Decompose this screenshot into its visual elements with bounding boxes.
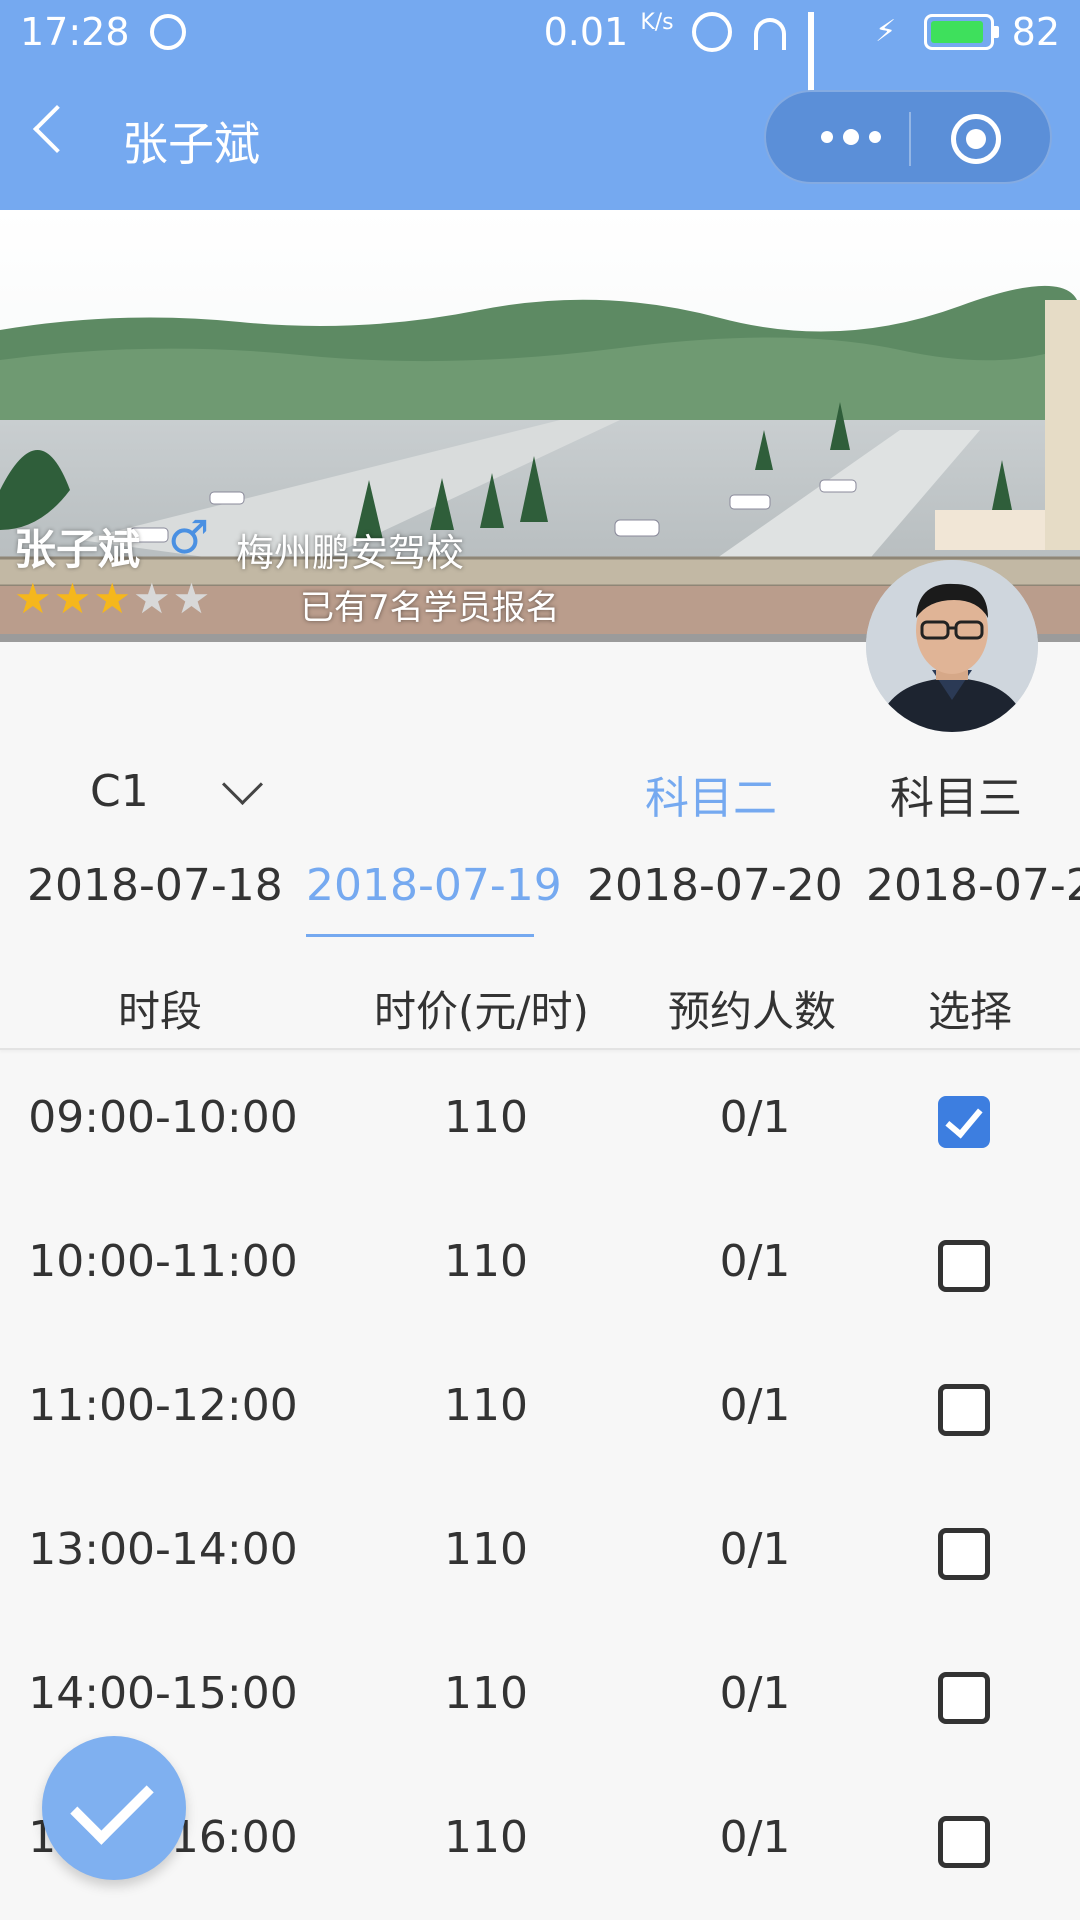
time-slot: 10:00-11:00 [28, 1236, 298, 1287]
booked-count: 0/1 [719, 1668, 791, 1719]
coach-avatar [866, 560, 1038, 732]
status-right: 0.01 K/s ⚡ 82 [544, 10, 1060, 108]
enrolled-count: 已有7名学员报名 [300, 588, 560, 628]
booked-count: 0/1 [719, 1524, 791, 1575]
star-empty-icon: ★ [172, 574, 211, 623]
booked-count: 0/1 [719, 1812, 791, 1863]
male-icon: ♂ [168, 510, 210, 564]
avatar-image [866, 560, 1038, 732]
coach-name: 张子斌 [14, 525, 141, 574]
time-slot: 09:00-10:00 [28, 1092, 298, 1143]
date-tab[interactable]: 2018-07-20 [587, 860, 843, 911]
select-checkbox[interactable] [938, 1816, 990, 1868]
star-filled-icon: ★ [14, 574, 52, 623]
charging-icon: ⚡ [875, 14, 897, 49]
confirm-button[interactable] [42, 1736, 186, 1880]
alarm-icon [691, 12, 732, 52]
date-tab[interactable]: 2018-07-18 [27, 860, 283, 911]
net-speed-value: 0.01 [543, 10, 629, 54]
wifi-icon [750, 12, 790, 52]
header-booked-count: 预约人数 [668, 987, 837, 1036]
net-speed-unit: K/s [640, 10, 674, 35]
table-row: 13:00-14:00 110 0/1 [0, 1482, 1080, 1626]
booked-count: 0/1 [719, 1092, 791, 1143]
status-bar: 17:28 0.01 K/s ⚡ 82 [0, 0, 1080, 108]
date-tab-selected[interactable]: 2018-07-19 [306, 860, 562, 911]
wechat-notification-icon [150, 14, 186, 50]
hourly-price: 110 [444, 1668, 528, 1719]
time-slot: 14:00-15:00 [28, 1668, 298, 1719]
header-select: 选择 [928, 987, 1013, 1036]
battery-icon [923, 14, 999, 50]
table-header: 时段 时价(元/时) 预约人数 选择 [0, 962, 1080, 1050]
tab-subject-three[interactable]: 科目三 [890, 762, 1022, 826]
nav-bar: 张子斌 [0, 80, 1080, 200]
net-speed: 0.01 K/s [544, 10, 674, 54]
table-row: 14:00-15:00 110 0/1 [0, 1626, 1080, 1770]
tab-subject-two[interactable]: 科目二 [645, 762, 777, 826]
battery-level: 82 [1011, 10, 1060, 54]
booked-count: 0/1 [719, 1236, 791, 1287]
time-slot: 11:00-12:00 [28, 1380, 298, 1431]
select-checkbox[interactable] [938, 1240, 990, 1292]
date-tabs: 2018-07-18 2018-07-19 2018-07-20 2018-07… [0, 856, 1080, 937]
check-icon [70, 1761, 154, 1845]
chevron-down-icon[interactable] [221, 763, 264, 806]
capsule-divider [909, 112, 911, 166]
hourly-price: 110 [444, 1380, 528, 1431]
page-title: 张子斌 [122, 117, 260, 171]
hourly-price: 110 [444, 1812, 528, 1863]
hourly-price: 110 [444, 1236, 528, 1287]
top-bar: 17:28 0.01 K/s ⚡ 82 张子斌 [0, 0, 1080, 210]
header-price: 时价(元/时) [374, 987, 589, 1036]
table-row: 11:00-12:00 110 0/1 [0, 1338, 1080, 1482]
status-time: 17:28 [20, 10, 130, 54]
license-type-select[interactable]: C1 [90, 766, 149, 817]
booked-count: 0/1 [719, 1380, 791, 1431]
school-name: 梅州鹏安驾校 [236, 531, 465, 575]
mini-program-capsule [764, 90, 1052, 184]
date-tab-indicator [306, 934, 534, 937]
select-checkbox[interactable] [938, 1528, 990, 1580]
hourly-price: 110 [444, 1524, 528, 1575]
table-row: 10:00-11:00 110 0/1 [0, 1194, 1080, 1338]
time-slot: 13:00-14:00 [28, 1524, 298, 1575]
select-checkbox[interactable] [938, 1384, 990, 1436]
back-icon[interactable] [32, 104, 82, 154]
star-empty-icon: ★ [132, 574, 171, 623]
signal-icon [807, 12, 848, 108]
rating-stars: ★ ★ ★ ★ ★ [14, 574, 210, 623]
more-icon[interactable] [806, 92, 896, 182]
table-row: 09:00-10:00 110 0/1 [0, 1050, 1080, 1194]
target-icon[interactable] [951, 114, 1001, 164]
header-time-slot: 时段 [118, 987, 203, 1036]
select-checkbox[interactable] [938, 1672, 990, 1724]
star-filled-icon: ★ [53, 574, 92, 623]
select-checkbox[interactable] [938, 1096, 990, 1148]
date-tab[interactable]: 2018-07-21 [866, 860, 1080, 911]
star-filled-icon: ★ [93, 574, 131, 623]
hourly-price: 110 [444, 1092, 528, 1143]
